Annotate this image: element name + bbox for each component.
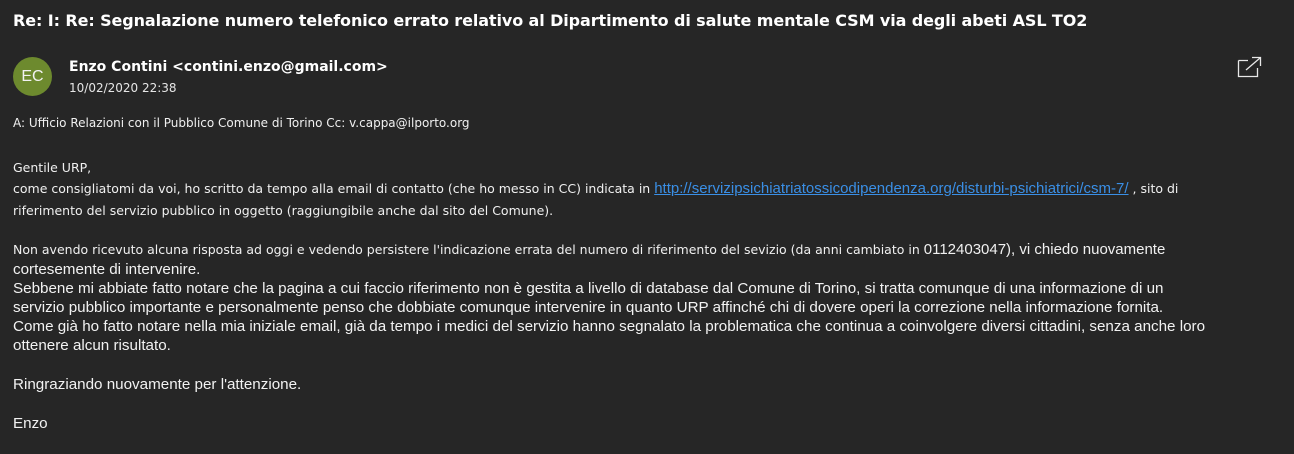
body-line: Non avendo ricevuto alcuna risposta ad o…	[13, 239, 1165, 260]
closing-line: Ringraziando nuovamente per l'attenzione…	[13, 376, 302, 393]
body-text: Non avendo ricevuto alcuna risposta ad o…	[13, 242, 924, 257]
signature: Enzo	[13, 415, 48, 432]
body-line: ottenere alcun risultato.	[13, 337, 171, 354]
open-in-new-window-button[interactable]	[1237, 56, 1263, 78]
email-subject: Re: I: Re: Segnalazione numero telefonic…	[13, 11, 1088, 30]
body-line: come consigliatomi da voi, ho scritto da…	[13, 178, 1178, 199]
body-line: servizio pubblico importante e personalm…	[13, 299, 1164, 316]
recipients-line: A: Ufficio Relazioni con il Pubblico Com…	[13, 116, 470, 130]
sender-name[interactable]: Enzo Contini <contini.enzo@gmail.com>	[69, 59, 388, 75]
email-date: 10/02/2020 22:38	[69, 81, 177, 95]
body-text-before-link: come consigliatomi da voi, ho scritto da…	[13, 181, 655, 196]
body-line: riferimento del servizio pubblico in ogg…	[13, 203, 554, 218]
body-line: Come già ho fatto notare nella mia inizi…	[13, 318, 1206, 335]
open-in-new-window-icon	[1237, 56, 1262, 78]
phone-number: 0112403047), vi chiedo nuovamente	[923, 241, 1166, 258]
body-text-after-link: , sito di	[1128, 181, 1179, 196]
greeting: Gentile URP,	[13, 160, 92, 175]
website-link[interactable]: http://servizipsichiatriatossicodipenden…	[654, 180, 1128, 197]
body-line: cortesemente di intervenire.	[13, 261, 201, 278]
avatar: EC	[13, 57, 52, 96]
body-line: Sebbene mi abbiate fatto notare che la p…	[13, 280, 1164, 297]
